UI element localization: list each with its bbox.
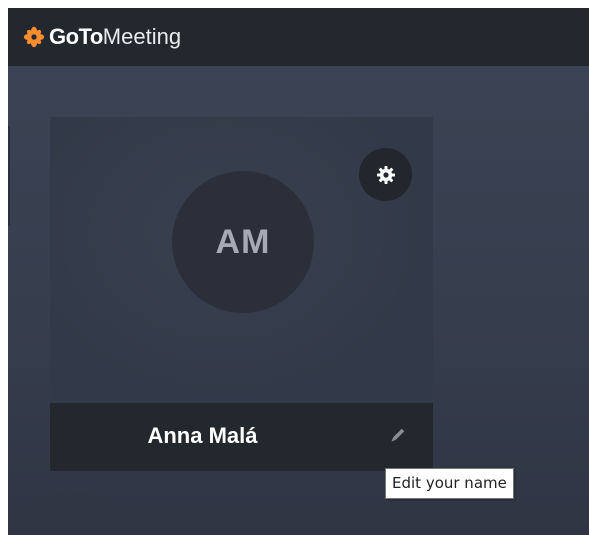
settings-button[interactable] <box>359 148 412 201</box>
edit-name-button[interactable] <box>384 423 410 449</box>
gear-icon <box>376 165 395 184</box>
logo-text-goto: GoTo <box>49 24 103 49</box>
panel-edge <box>8 126 10 226</box>
participant-tile: AM Anna Malá <box>50 117 433 471</box>
name-bar: Anna Malá <box>50 403 433 471</box>
edit-name-tooltip: Edit your name <box>385 468 514 499</box>
pencil-icon <box>391 428 405 442</box>
logo-text-meeting: Meeting <box>102 24 182 49</box>
tooltip-text: Edit your name <box>392 474 507 492</box>
app-logo: GoTo Meeting <box>23 24 181 50</box>
app-window: GoTo Meeting AM Anna Malá <box>8 8 589 535</box>
avatar: AM <box>172 171 314 313</box>
goto-flower-icon <box>23 26 45 48</box>
avatar-initials: AM <box>215 222 271 261</box>
meeting-stage: AM Anna Malá <box>8 66 589 535</box>
participant-name: Anna Malá <box>147 423 258 448</box>
title-bar: GoTo Meeting <box>8 8 589 66</box>
